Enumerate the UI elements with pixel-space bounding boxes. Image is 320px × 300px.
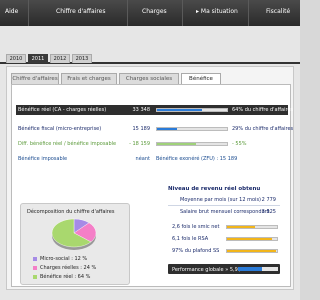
progress-fill <box>157 109 202 111</box>
row-value: 15 189 <box>132 126 151 132</box>
row-label: Salaire brut mensuel correspondant <box>180 209 270 215</box>
nav-separator <box>248 0 249 26</box>
row-label: Diff. bénéfice réel / bénéfice imposable <box>18 141 117 147</box>
nav-aide[interactable]: Aide <box>5 8 18 15</box>
legend-label: Micro-social : 12 % <box>40 256 88 262</box>
legend-micro-social: Micro-social : 12 % <box>33 256 87 262</box>
row-benefice-reel: Bénéfice réel (CA - charges réelles) 33 … <box>16 105 293 115</box>
row-benefice-imposable: Bénéfice imposable néant Bénéfice exonér… <box>16 154 288 164</box>
app: Aide Chiffre d'affaires Charges ▸ Ma sit… <box>0 0 300 300</box>
row-value: 3 525 <box>261 209 276 215</box>
nav-separator <box>182 0 183 26</box>
nav-ma-situation[interactable]: ▸ Ma situation <box>196 8 238 15</box>
year-tabs: 2010 2011 2012 2013 <box>0 52 300 64</box>
row-benefice-fiscal: Bénéfice fiscal (micro-entreprise) 15 18… <box>16 124 293 134</box>
indicator-bar <box>226 225 278 229</box>
progress-bar <box>156 127 228 131</box>
indicator-smic: 2,6 fois le smic net <box>168 222 280 231</box>
row-extra: Bénéfice exonéré (ZFU) : 15 189 <box>156 156 238 162</box>
indicator-label: 2,6 fois le smic net <box>172 224 220 230</box>
indicator-label: 6,1 fois le RSA <box>172 236 209 242</box>
row-label: Bénéfice fiscal (micro-entreprise) <box>18 126 102 132</box>
year-tab-2012[interactable]: 2012 <box>50 54 70 63</box>
progress-fill <box>157 143 196 145</box>
indicator-fill <box>227 226 255 228</box>
legend-charges-reelles: Charges réelles : 24 % <box>33 265 96 271</box>
pie-chart <box>51 218 97 250</box>
main-panel: Chiffre d'affaires Frais et charges Char… <box>6 66 294 290</box>
progress-bar <box>156 108 228 112</box>
row-value: 2 779 <box>261 197 276 203</box>
decomposition-panel: Décomposition du chiffre d'affaires Micr… <box>20 203 130 285</box>
tab-benefice[interactable]: Bénéfice <box>181 73 221 84</box>
top-navigation: Aide Chiffre d'affaires Charges ▸ Ma sit… <box>0 0 300 26</box>
indicator-label: 97% du plafond SS <box>172 248 220 254</box>
year-tab-2010[interactable]: 2010 <box>6 54 26 63</box>
performance-globale: Performance globale » 5,9 / 10 <box>168 264 280 274</box>
year-tab-2011[interactable]: 2011 <box>28 54 48 63</box>
legend-label: Charges réelles : 24 % <box>40 265 97 271</box>
indicator-plafond-ss: 97% du plafond SS <box>168 246 280 255</box>
indicator-fill <box>227 250 276 252</box>
legend-swatch <box>33 265 37 270</box>
nav-chiffre-affaires[interactable]: Chiffre d'affaires <box>56 8 106 15</box>
benefice-content: Bénéfice réel (CA - charges réelles) 33 … <box>11 84 293 287</box>
legend-swatch <box>33 274 37 279</box>
nav-ma-situation-label: Ma situation <box>200 8 238 15</box>
legend-label: Bénéfice réel : 64 % <box>40 274 91 280</box>
progress-bar <box>156 142 228 146</box>
nav-separator <box>127 0 128 26</box>
nav-charges[interactable]: Charges <box>142 8 167 15</box>
row-value: - 18 159 <box>129 141 150 147</box>
nav-separator <box>28 0 29 26</box>
divider <box>168 205 280 206</box>
indicator-fill <box>227 238 272 240</box>
indicator-bar <box>226 237 278 241</box>
performance-bar <box>238 267 278 271</box>
tab-chiffre-affaires[interactable]: Chiffre d'affaires <box>11 73 59 84</box>
year-tab-2013[interactable]: 2013 <box>72 54 92 63</box>
row-percent: - 55% <box>232 141 247 147</box>
legend-swatch <box>33 256 37 261</box>
legend-benefice-reel: Bénéfice réel : 64 % <box>33 274 90 280</box>
row-percent: 64% du chiffre d'affaires <box>232 107 294 113</box>
tab-frais-charges[interactable]: Frais et charges <box>61 73 117 84</box>
performance-fill <box>238 267 262 271</box>
row-value: néant <box>135 156 150 162</box>
row-percent: 29% du chiffre d'affaires <box>232 126 294 132</box>
row-value: 33 348 <box>132 107 151 113</box>
row-difference: Diff. bénéfice réel / bénéfice imposable… <box>16 139 288 149</box>
row-label: Bénéfice imposable <box>18 156 68 162</box>
revenue-title: Niveau de revenu réel obtenu <box>168 186 261 192</box>
indicator-rsa: 6,1 fois le RSA <box>168 234 280 243</box>
row-label: Bénéfice réel (CA - charges réelles) <box>18 107 107 113</box>
tab-charges-sociales[interactable]: Charges sociales <box>119 73 179 84</box>
decomposition-title: Décomposition du chiffre d'affaires <box>27 209 115 215</box>
indicator-bar <box>226 249 278 253</box>
row-label: Moyenne par mois (sur 12 mois) <box>180 197 262 203</box>
progress-fill <box>157 128 178 130</box>
nav-fiscalite[interactable]: Fiscalité <box>266 8 290 15</box>
